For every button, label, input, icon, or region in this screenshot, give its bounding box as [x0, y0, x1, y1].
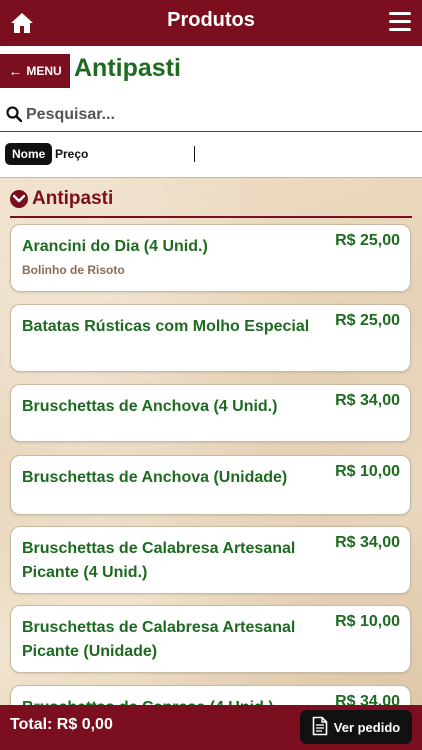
product-name: Bruschettas de Calabresa Artesanal Pican…	[22, 619, 296, 660]
top-bar: Produtos	[0, 0, 422, 46]
product-card[interactable]: Batatas Rústicas com Molho Especial R$ 2…	[10, 304, 411, 372]
arrow-left-icon: ←	[8, 63, 23, 79]
product-list[interactable]: Antipasti Arancini do Dia (4 Unid.) R$ 2…	[0, 178, 422, 705]
product-name: Bruschettas de Anchova (Unidade)	[22, 469, 288, 486]
view-order-label: Ver pedido	[333, 719, 401, 735]
product-description: Bolinho de Risoto	[22, 263, 125, 277]
product-card[interactable]: Bruschettas de Calabresa Artesanal Pican…	[10, 526, 411, 594]
document-icon	[312, 716, 328, 739]
product-card[interactable]: Bruschettas de Caprese (4 Unid.) R$ 34,0…	[10, 685, 411, 705]
sort-by-name-button[interactable]: Nome	[5, 143, 53, 165]
product-card[interactable]: Arancini do Dia (4 Unid.) R$ 25,00 Bolin…	[10, 224, 411, 292]
product-card[interactable]: Bruschettas de Calabresa Artesanal Pican…	[10, 605, 411, 673]
category-bar: ← MENU Antipasti	[0, 46, 422, 98]
search-bar[interactable]: Pesquisar...	[0, 98, 422, 132]
product-card[interactable]: Bruschettas de Anchova (4 Unid.) R$ 34,0…	[10, 384, 411, 442]
product-name: Bruschettas de Anchova (4 Unid.)	[22, 398, 278, 415]
hamburger-icon[interactable]	[389, 12, 411, 34]
search-input[interactable]: Pesquisar...	[26, 106, 115, 124]
text-cursor	[194, 146, 195, 162]
section-header[interactable]: Antipasti	[10, 188, 412, 218]
order-total: Total: R$ 0,00	[10, 716, 113, 733]
product-name: Arancini do Dia (4 Unid.)	[22, 238, 208, 255]
chevron-down-circle-icon	[10, 190, 28, 208]
product-name: Batatas Rústicas com Molho Especial	[22, 318, 310, 335]
sort-bar: Nome Preço	[0, 132, 422, 178]
sort-by-price-button[interactable]: Preço	[55, 147, 88, 161]
search-icon	[6, 106, 23, 123]
product-price: R$ 10,00	[335, 463, 400, 480]
page-title: Produtos	[167, 9, 255, 31]
product-card[interactable]: Bruschettas de Anchova (Unidade) R$ 10,0…	[10, 455, 411, 515]
product-price: R$ 34,00	[335, 392, 400, 409]
menu-back-button[interactable]: ← MENU	[0, 54, 70, 88]
category-title: Antipasti	[74, 54, 181, 82]
product-price: R$ 25,00	[335, 312, 400, 329]
product-name: Bruschettas de Caprese (4 Unid.)	[22, 696, 312, 705]
product-price: R$ 34,00	[335, 693, 400, 705]
product-price: R$ 34,00	[335, 534, 400, 551]
product-price: R$ 25,00	[335, 232, 400, 249]
product-price: R$ 10,00	[335, 613, 400, 630]
footer-bar: Total: R$ 0,00 Ver pedido	[0, 705, 422, 750]
section-title: Antipasti	[32, 188, 114, 209]
view-order-button[interactable]: Ver pedido	[300, 710, 412, 744]
product-name: Bruschettas de Calabresa Artesanal Pican…	[22, 540, 296, 581]
menu-button-label: MENU	[26, 64, 62, 78]
